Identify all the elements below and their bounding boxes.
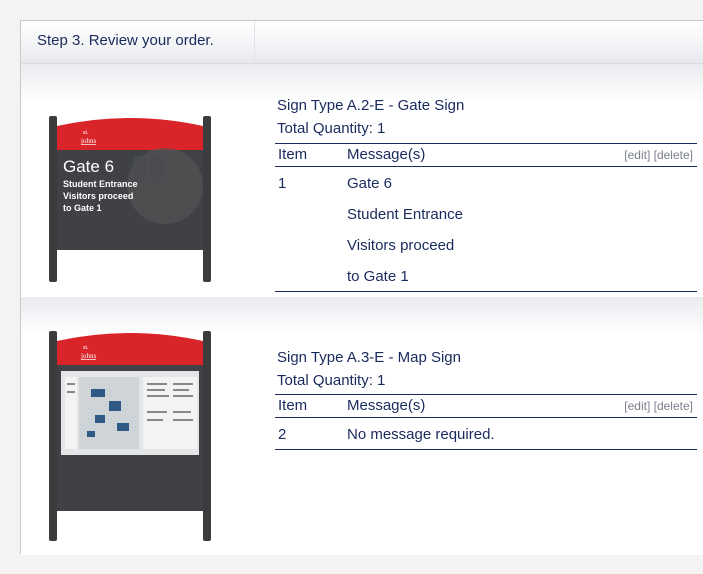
sign-post-left <box>49 331 57 541</box>
step-title: Step 3. Review your order. <box>37 32 214 49</box>
delete-link[interactable]: [delete] <box>654 148 693 162</box>
column-header-messages: Message(s) <box>347 146 426 163</box>
table-row: 1 Gate 6 <box>275 167 697 198</box>
message-line: Student Entrance <box>347 206 463 223</box>
edit-link[interactable]: [edit] <box>624 399 650 413</box>
header-divider <box>254 21 255 63</box>
item-number: 1 <box>278 175 287 192</box>
sign-small-line-2: Visitors proceed <box>63 191 133 201</box>
order-section-map-sign: st. johns Sign Type A.3-E - Map Sign Tot… <box>21 297 703 555</box>
sign-small-line-3: to Gate 1 <box>63 203 102 213</box>
order-section-gate-sign: st. johns Gate 6 Student Entrance Visito… <box>21 64 703 297</box>
message-line: to Gate 1 <box>347 268 409 285</box>
sign-red-cap <box>57 333 203 365</box>
map-area <box>79 377 139 449</box>
step-header: Step 3. Review your order. <box>21 21 703 64</box>
sign-logo-johns: johns <box>80 137 96 145</box>
table-bottom-rule <box>275 449 697 450</box>
sign-post-left <box>49 116 57 282</box>
map-sign-image: st. johns <box>49 331 211 541</box>
total-quantity: Total Quantity: 1 <box>277 120 386 137</box>
sign-post-right <box>203 331 211 541</box>
message-line: Visitors proceed <box>347 237 455 254</box>
table-row: Visitors proceed <box>275 229 697 260</box>
sign-post-right <box>203 116 211 282</box>
total-quantity: Total Quantity: 1 <box>277 372 386 389</box>
sign-logo-st: st. <box>83 345 89 351</box>
row-actions: [edit] [delete] <box>624 399 693 413</box>
table-row: 2 No message required. <box>275 418 697 449</box>
sign-type-title: Sign Type A.2-E - Gate Sign <box>277 97 465 114</box>
message-line: No message required. <box>347 426 495 443</box>
sign-logo-johns: johns <box>80 352 96 360</box>
row-actions: [edit] [delete] <box>624 148 693 162</box>
messages-table: Item Message(s) [edit] [delete] 1 Gate 6… <box>275 143 697 292</box>
table-header-row: Item Message(s) [edit] [delete] <box>275 143 697 167</box>
table-row: to Gate 1 <box>275 260 697 291</box>
delete-link[interactable]: [delete] <box>654 399 693 413</box>
gate-sign-image: st. johns Gate 6 Student Entrance Visito… <box>49 116 211 282</box>
sign-red-cap <box>57 118 203 150</box>
order-review-panel: Step 3. Review your order. st. johns Gat… <box>20 20 703 555</box>
sign-type-title: Sign Type A.3-E - Map Sign <box>277 349 461 366</box>
sign-logo-st: st. <box>83 130 89 136</box>
table-row: Student Entrance <box>275 198 697 229</box>
sign-big-text: Gate 6 <box>63 157 114 176</box>
table-bottom-rule <box>275 291 697 292</box>
item-number: 2 <box>278 426 287 443</box>
column-header-item: Item <box>278 146 308 163</box>
message-line: Gate 6 <box>347 175 393 192</box>
column-header-item: Item <box>278 397 308 414</box>
messages-table: Item Message(s) [edit] [delete] 2 No mes… <box>275 394 697 450</box>
table-header-row: Item Message(s) [edit] [delete] <box>275 394 697 418</box>
sign-small-line-1: Student Entrance <box>63 179 138 189</box>
edit-link[interactable]: [edit] <box>624 148 650 162</box>
column-header-messages: Message(s) <box>347 397 426 414</box>
